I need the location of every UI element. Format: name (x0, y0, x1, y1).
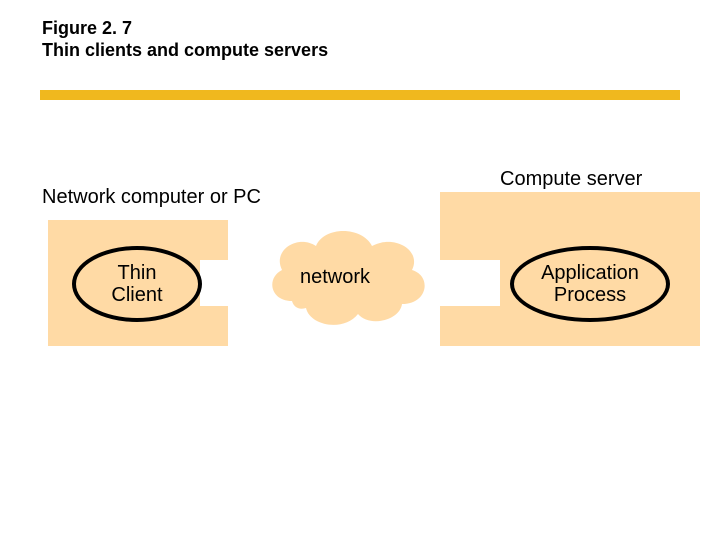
accent-divider (40, 90, 680, 100)
group-label-left: Network computer or PC (42, 186, 261, 209)
node-application-process: ApplicationProcess (510, 246, 670, 322)
node-thin-client: ThinClient (72, 246, 202, 322)
network-label: network (300, 266, 370, 289)
figure-stage: Figure 2. 7 Thin clients and compute ser… (0, 0, 720, 540)
figure-number: Figure 2. 7 (42, 18, 132, 39)
group-label-right: Compute server (500, 168, 642, 191)
node-application-process-label: ApplicationProcess (541, 262, 639, 306)
node-thin-client-label: ThinClient (111, 262, 162, 306)
figure-title: Thin clients and compute servers (42, 40, 328, 61)
